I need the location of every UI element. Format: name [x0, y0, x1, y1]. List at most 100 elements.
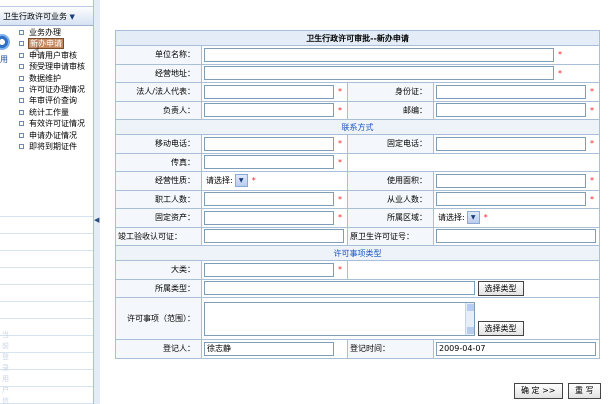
- id-card-input[interactable]: [436, 84, 586, 99]
- address-input[interactable]: [204, 66, 554, 81]
- type-input[interactable]: [204, 281, 475, 296]
- fax-label: 传真：: [115, 152, 202, 172]
- fixed-assets-input[interactable]: [204, 210, 334, 225]
- square-bullet-icon: [19, 143, 24, 149]
- sidebar-item-expiring[interactable]: 即将到期证件: [0, 141, 99, 152]
- legal-rep-input[interactable]: [204, 84, 334, 99]
- practitioners-input[interactable]: [436, 192, 586, 207]
- landline-cell: *: [432, 134, 601, 154]
- chevron-down-icon[interactable]: ▼: [234, 174, 248, 188]
- sidebar-item-user-review[interactable]: 申请用户审核: [0, 50, 99, 61]
- sidebar-title-text: 卫生行政许可业务: [3, 12, 67, 21]
- select-type-button-1[interactable]: 选择类型: [477, 280, 524, 296]
- sidebar-item-label: 业务办理: [29, 28, 61, 37]
- area-used-input[interactable]: [436, 173, 586, 188]
- sidebar-header[interactable]: 卫生行政许可业务 ▼: [0, 6, 100, 26]
- sidebar-menu: 业务办理 新办申请 申请用户审核 预受理申请审核 数据维护 许可证办理情况 年审…: [0, 27, 99, 152]
- category-input[interactable]: [204, 262, 334, 277]
- chevron-down-icon[interactable]: ▼: [70, 13, 75, 21]
- person-in-charge-input[interactable]: [204, 103, 334, 118]
- postcode-input[interactable]: [436, 103, 586, 118]
- application-form: 卫生行政许可审批--新办申请 单位名称： * 经营地址： * 法人/法人代表： …: [114, 30, 601, 359]
- category-label: 大类：: [115, 260, 202, 280]
- required-mark: *: [251, 176, 256, 186]
- region-label: 所属区域：: [347, 208, 434, 228]
- required-mark: *: [590, 139, 594, 149]
- unit-name-input[interactable]: [204, 47, 554, 62]
- required-mark: *: [590, 87, 594, 97]
- fax-input[interactable]: [204, 155, 334, 170]
- nature-select[interactable]: 请选择: ▼: [204, 174, 248, 188]
- nature-label: 经营性质：: [115, 171, 202, 191]
- region-select[interactable]: 请选择: ▼: [436, 211, 480, 225]
- person-in-charge-label: 负责人：: [115, 100, 202, 120]
- required-mark: *: [338, 139, 342, 149]
- area-used-label: 使用面积：: [347, 171, 434, 191]
- hand-cursor-icon: ☝: [33, 44, 41, 58]
- sidebar-item-annual-review[interactable]: 年审评价查询: [0, 95, 99, 106]
- scope-textarea[interactable]: [204, 301, 475, 336]
- scroll-up-icon[interactable]: [467, 303, 474, 311]
- sidebar-faint-text: 当前登录用户信息: [2, 331, 9, 404]
- sidebar-title: 卫生行政许可业务 ▼: [3, 11, 75, 22]
- reg-time-cell: 2009-04-07: [432, 339, 601, 359]
- reg-time-input[interactable]: 2009-04-07: [436, 341, 596, 356]
- old-license-label: 原卫生许可证号：: [347, 226, 434, 246]
- required-mark: *: [338, 157, 342, 167]
- sidebar-item-data-maintenance[interactable]: 数据维护: [0, 73, 99, 84]
- sidebar-item-label: 申请办证情况: [29, 130, 77, 140]
- nature-cell: 请选择: ▼ *: [201, 171, 348, 191]
- landline-label: 固定电话：: [347, 134, 434, 154]
- sidebar-item-application-status[interactable]: 申请办证情况: [0, 130, 99, 141]
- acceptance-cert-input[interactable]: [204, 229, 344, 244]
- old-license-input[interactable]: [436, 229, 596, 244]
- address-cell: *: [200, 63, 601, 83]
- mobile-input[interactable]: [204, 136, 334, 151]
- license-section-header: 许可事项类型: [114, 245, 601, 261]
- legal-rep-label: 法人/法人代表：: [115, 82, 202, 102]
- reg-time-label: 登记时间：: [347, 339, 434, 359]
- sidebar-item-license-status[interactable]: 许可证办理情况: [0, 84, 99, 95]
- legal-rep-cell: *: [201, 82, 348, 102]
- type-label: 所属类型：: [115, 278, 202, 298]
- mobile-cell: *: [201, 134, 348, 154]
- sidebar-item-preaccept-review[interactable]: 预受理申请审核: [0, 61, 99, 72]
- sidebar-item-label: 即将到期证件: [29, 141, 77, 151]
- square-bullet-icon: [19, 30, 24, 35]
- rewrite-button[interactable]: 重 写: [568, 383, 601, 399]
- type-cell: 选择类型: [200, 278, 601, 298]
- scope-cell: 选择类型: [200, 297, 601, 340]
- sidebar-item-business[interactable]: 业务办理: [0, 27, 99, 38]
- required-mark: *: [558, 68, 562, 78]
- select-type-button-2[interactable]: 选择类型: [477, 320, 524, 336]
- square-bullet-icon: [19, 41, 24, 47]
- fax-cell: *: [201, 152, 348, 172]
- sidebar-item-workload[interactable]: 统计工作量: [0, 107, 99, 118]
- square-bullet-icon: [19, 98, 24, 104]
- employees-label: 职工人数：: [115, 189, 202, 209]
- sidebar-item-new-application[interactable]: 新办申请: [0, 38, 99, 50]
- category-cell: *: [201, 260, 348, 280]
- required-mark: *: [338, 213, 342, 223]
- category-row-empty: [346, 260, 601, 280]
- required-mark: *: [338, 265, 342, 275]
- id-card-label: 身份证：: [347, 82, 434, 102]
- form-actions: 确 定 >> 重 写: [511, 383, 601, 399]
- chevron-down-icon[interactable]: ▼: [466, 211, 480, 225]
- panel-splitter[interactable]: [93, 0, 100, 404]
- square-bullet-icon: [19, 64, 24, 70]
- region-select-value: 请选择:: [438, 213, 465, 223]
- registrar-input[interactable]: 徐志静: [204, 341, 334, 356]
- scrollbar[interactable]: [465, 302, 474, 335]
- required-mark: *: [590, 194, 594, 204]
- confirm-button[interactable]: 确 定 >>: [514, 383, 563, 399]
- employees-input[interactable]: [204, 192, 334, 207]
- sidebar-item-valid-licenses[interactable]: 有效许可证情况: [0, 118, 99, 129]
- sidebar-item-label: 统计工作量: [29, 107, 69, 117]
- postcode-cell: *: [432, 100, 601, 120]
- fax-row-empty: [346, 152, 601, 172]
- collapse-arrow-icon[interactable]: ◀: [94, 214, 99, 226]
- scroll-down-icon[interactable]: [467, 326, 474, 334]
- landline-input[interactable]: [436, 136, 586, 151]
- square-bullet-icon: [19, 52, 24, 58]
